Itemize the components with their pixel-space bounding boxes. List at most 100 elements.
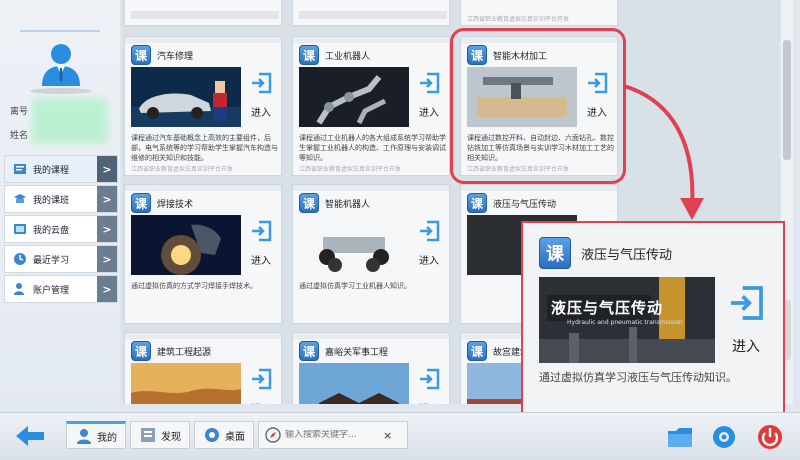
sidebar-item-my-class[interactable]: 我的课班 > [4,185,118,213]
discover-icon [141,428,155,442]
back-arrow-icon[interactable] [14,423,46,449]
sidebar-menu: 我的课程 > 我的课班 > 我的云盘 > 最近学习 > 账户管理 > [4,155,118,305]
realname-label: 姓名 [10,131,29,141]
sidebar-item-my-courses[interactable]: 我的课程 > [4,155,118,183]
zoom-title: 液压与气压传动 [581,247,673,263]
course-card-industrial-robot[interactable]: 课工业机器人 进入 课程通过工业机器人的各大组成系统学习帮助学生掌握工业机器人的… [292,36,450,176]
tab-label: 桌面 [225,431,245,443]
class-icon [14,194,26,203]
enter-label: 进入 [251,108,271,119]
highlight-ring [450,28,626,184]
enter-label: 进入 [732,339,760,355]
course-badge-icon: 课 [299,341,319,361]
compass-icon [265,427,281,443]
user-icon [77,429,91,444]
enter-button[interactable]: 进入 [245,71,277,127]
course-title: 焊接技术 [157,199,194,210]
course-card-auto-repair[interactable]: 课汽车修理 进入 课程通过汽车基础概念上高效的主要组件，后部，电气系统等的学习帮… [124,36,282,176]
scrollbar-thumb[interactable] [783,40,791,160]
course-card-architecture[interactable]: 课建筑工程起源 进入 [124,332,282,404]
course-badge-icon: 课 [299,45,319,65]
sidebar-item-cloud-disk[interactable]: 我的云盘 > [4,215,118,243]
power-icon[interactable] [756,423,784,451]
course-title: 汽车修理 [157,51,194,62]
tab-desktop[interactable]: 桌面 [194,421,254,449]
sidebar-item-label: 我的云盘 [33,225,70,236]
course-description: 通过虚拟仿真的方式学习焊接手焊技术。 [131,282,257,290]
course-card-partial[interactable] [292,0,450,26]
chevron-right-icon: > [97,276,117,302]
zoom-image-subtitle: Hydraulic and pneumatic transmission [567,319,683,326]
desktop-icon [205,428,219,442]
course-card-partial[interactable] [124,0,282,26]
card-footer: 江西省职业教育虚拟仿真实训平台开发 [131,166,234,173]
course-badge-icon: 课 [131,193,151,213]
tab-label: 发现 [161,431,181,443]
course-description: 通过虚拟仿真学习工业机器人知识。 [299,282,411,290]
sidebar: 离号 姓名 我的课程 > 我的课班 > 我的云盘 > 最近学习 > 账户管理 > [0,0,120,412]
course-card-smart-robot[interactable]: 课智能机器人 进入 通过虚拟仿真学习工业机器人知识。 [292,184,450,324]
course-title: 建筑工程起源 [157,347,212,358]
sidebar-item-label: 我的课程 [33,165,70,176]
sidebar-item-label: 我的课班 [33,195,70,206]
chevron-right-icon: > [97,216,117,242]
course-icon [14,164,26,174]
tab-discover[interactable]: 发现 [130,421,190,449]
course-badge-icon: 课 [299,193,319,213]
enter-button[interactable]: 进入 [413,367,445,404]
zoom-image-title: 液压与气压传动 [551,299,664,317]
enter-button[interactable]: 进入 [245,219,277,275]
enter-label: 进入 [413,400,445,404]
zoom-callout-hydraulic[interactable]: 课 液压与气压传动 液压与气压传动 Hydraulic and pneumati… [521,221,785,414]
enter-label: 进入 [245,400,277,404]
sidebar-item-label: 账户管理 [33,285,70,296]
folder-icon[interactable] [666,423,694,451]
enter-icon [252,368,272,390]
course-card-jiayuguan[interactable]: 课嘉峪关军事工程 进入 [292,332,450,404]
search-tab[interactable]: × [258,421,408,449]
close-icon[interactable]: × [383,429,392,442]
enter-icon [420,368,440,390]
sidebar-item-label: 最近学习 [33,255,70,266]
redacted-user-info [32,98,108,144]
tab-label: 我的 [97,432,117,444]
enter-icon [420,72,440,94]
user-avatar-icon [42,44,80,86]
enter-button[interactable]: 进入 [413,219,445,275]
course-badge-icon: 课 [539,237,571,269]
enter-icon [252,72,272,94]
course-title: 智能机器人 [325,199,371,210]
sidebar-item-recent[interactable]: 最近学习 > [4,245,118,273]
avatar[interactable] [38,40,84,86]
enter-button[interactable]: 进入 [413,71,445,127]
course-title: 嘉峪关军事工程 [325,347,389,358]
enter-button[interactable]: 进入 [245,367,277,404]
tab-mine[interactable]: 我的 [66,421,126,449]
zoom-description: 通过虚拟仿真学习液压与气压传动知识。 [539,371,737,384]
course-card-welding[interactable]: 课焊接技术 进入 通过虚拟仿真的方式学习焊接手焊技术。 [124,184,282,324]
course-image-rover [299,215,409,275]
course-badge-icon: 课 [131,45,151,65]
enter-button[interactable]: 进入 [721,283,771,363]
course-description: 课程通过汽车基础概念上高效的主要组件，后部，电气系统等的学习帮助学生掌握汽车构造… [131,134,278,162]
recent-icon [14,253,26,265]
enter-label: 进入 [419,108,439,119]
course-title: 工业机器人 [325,51,371,62]
sidebar-item-account[interactable]: 账户管理 > [4,275,118,303]
course-image-weld [131,215,241,275]
course-badge-icon: 课 [467,193,487,213]
course-description: 课程通过工业机器人的各大组成系统学习帮助学生掌握工业机器人的构造、工作原理与安装… [299,134,446,162]
callout-arrow-icon [623,84,704,220]
chevron-right-icon: > [97,246,117,272]
enter-label: 进入 [251,256,271,267]
enter-label: 进入 [419,256,439,267]
course-badge-icon: 课 [131,341,151,361]
course-card-partial[interactable]: 江西省职业教育虚拟仿真实训平台开发 [460,0,618,26]
cloud-disk-icon [14,224,26,234]
course-image-terrace [131,363,241,404]
settings-gear-icon[interactable] [710,423,738,451]
avatar-shadow [30,88,92,94]
card-footer: 江西省职业教育虚拟仿真实训平台开发 [299,166,402,173]
search-input[interactable] [285,430,379,440]
enter-icon [252,220,272,242]
